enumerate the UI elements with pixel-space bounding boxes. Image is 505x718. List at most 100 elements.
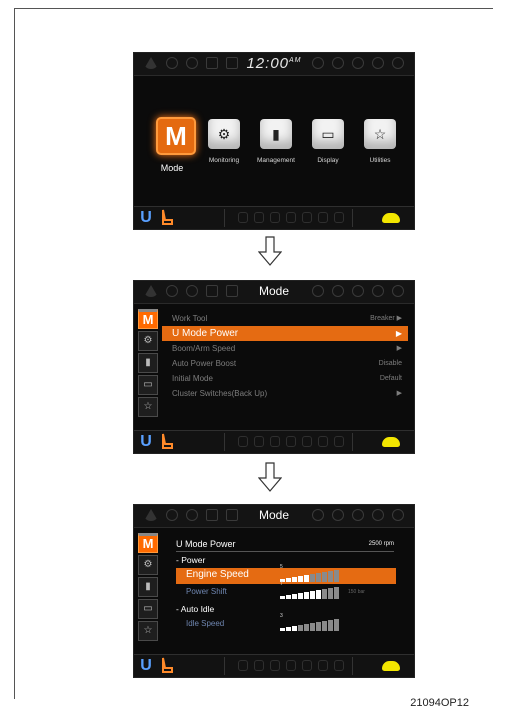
engine-speed-label: Engine Speed <box>186 569 249 580</box>
indicator-icon <box>392 285 404 297</box>
list-item-cluster-switches[interactable]: Cluster Switches(Back Up) ▶ <box>162 386 408 401</box>
indicator-icon <box>270 436 280 447</box>
indicator-icon <box>318 436 328 447</box>
menu-management-button[interactable]: ▮ <box>260 119 292 149</box>
level-segment <box>310 623 315 631</box>
section-power: - Power <box>176 555 206 565</box>
indicator-icon <box>372 285 384 297</box>
warning-indicator-bar: 12:00AM <box>134 53 414 76</box>
side-management-button[interactable]: ▮ <box>138 353 158 373</box>
indicator-icon <box>372 57 384 69</box>
seat-belt-icon <box>162 209 173 225</box>
list-item-boom-arm-speed[interactable]: Boom/Arm Speed ▶ <box>162 341 408 356</box>
indicator-icon <box>332 57 344 69</box>
menu-mode-label: Mode <box>160 163 184 173</box>
down-arrow-icon <box>258 236 282 266</box>
level-segment <box>298 625 303 631</box>
side-mode-button[interactable]: M <box>138 533 158 553</box>
indicator-icon <box>238 660 248 671</box>
side-utilities-button[interactable]: ☆ <box>138 397 158 417</box>
list-item-u-mode-power[interactable]: U Mode Power ▶ <box>162 326 408 341</box>
gear-icon: ⚙ <box>217 126 231 142</box>
rpm-readout: 2500 rpm <box>368 541 394 547</box>
menu-utilities-button[interactable]: ☆ <box>364 119 396 149</box>
cluster-screen-main-menu: 12:00AM M Mode ⚙ Monitoring ▮ Management… <box>133 52 415 230</box>
star-icon: ☆ <box>373 126 387 142</box>
mode-list: Work Tool Breaker ▶ U Mode Power ▶ Boom/Ar… <box>162 311 408 401</box>
indicator-icon <box>286 660 296 671</box>
indicator-icon <box>270 212 280 223</box>
figure-caption: 21094OP12 <box>410 697 469 709</box>
side-display-button[interactable]: ▭ <box>138 599 158 619</box>
seat-belt-icon <box>162 433 173 449</box>
side-utilities-button[interactable]: ☆ <box>138 621 158 641</box>
indicator-icon <box>312 57 324 69</box>
indicator-icon <box>334 660 344 671</box>
turtle-icon <box>382 661 400 671</box>
engine-speed-row[interactable]: Engine Speed 5 <box>176 564 396 584</box>
level-segment <box>316 573 321 582</box>
indicator-icon <box>312 509 324 521</box>
indicator-icon <box>332 285 344 297</box>
menu-utilities-label: Utilities <box>369 157 391 164</box>
panel-title: U Mode Power <box>176 539 236 549</box>
level-segment <box>310 574 315 582</box>
list-item-auto-power-boost[interactable]: Auto Power Boost Disable <box>162 356 408 371</box>
level-segment <box>316 622 321 631</box>
side-monitoring-button[interactable]: ⚙ <box>138 331 158 351</box>
warning-indicator-bar: Mode <box>134 505 414 528</box>
idle-speed-row[interactable]: Idle Speed 3 <box>176 613 396 633</box>
indicator-icon <box>286 212 296 223</box>
menu-monitoring-label: Monitoring <box>208 157 240 164</box>
indicator-icon <box>254 436 264 447</box>
indicator-icon <box>254 212 264 223</box>
indicator-icon <box>302 212 312 223</box>
cluster-screen-u-mode-power: Mode M ⚙ ▮ ▭ ☆ U Mode Power 2500 rpm - P… <box>133 504 415 678</box>
indicator-icon <box>302 660 312 671</box>
level-segment <box>298 576 303 582</box>
status-bar: U <box>134 654 414 677</box>
side-mode-button[interactable]: M <box>138 309 158 329</box>
level-segment <box>292 626 297 631</box>
level-segment <box>286 627 291 631</box>
level-segment <box>280 628 285 631</box>
indicator-icon <box>392 509 404 521</box>
u-mode-indicator: U <box>140 657 152 674</box>
indicator-icon <box>372 509 384 521</box>
indicator-icon <box>352 57 364 69</box>
u-mode-indicator: U <box>140 433 152 450</box>
level-segment <box>322 572 327 582</box>
divider <box>224 657 225 675</box>
section-auto-idle: - Auto Idle <box>176 604 215 614</box>
level-segment <box>292 577 297 582</box>
turtle-icon <box>382 437 400 447</box>
menu-display-button[interactable]: ▭ <box>312 119 344 149</box>
u-mode-indicator: U <box>140 209 152 226</box>
indicator-icon <box>254 660 264 671</box>
indicator-icon <box>318 212 328 223</box>
engine-speed-level: 5 <box>280 564 283 570</box>
indicator-icon <box>312 285 324 297</box>
menu-monitoring-button[interactable]: ⚙ <box>208 119 240 149</box>
divider <box>352 657 353 675</box>
level-segment <box>322 589 327 599</box>
power-shift-level: 7 <box>280 581 283 587</box>
level-segment <box>328 571 333 582</box>
indicator-icon <box>318 660 328 671</box>
menu-mode-button[interactable]: M <box>156 117 196 155</box>
cluster-screen-mode-menu: Mode M ⚙ ▮ ▭ ☆ Work Tool Breaker ▶ U Mode… <box>133 280 415 454</box>
level-segment <box>328 620 333 631</box>
side-management-button[interactable]: ▮ <box>138 577 158 597</box>
list-item-initial-mode[interactable]: Initial Mode Default <box>162 371 408 386</box>
indicator-icon <box>352 285 364 297</box>
side-monitoring-button[interactable]: ⚙ <box>138 555 158 575</box>
menu-display-label: Display <box>317 157 339 164</box>
list-item-work-tool[interactable]: Work Tool Breaker ▶ <box>162 311 408 326</box>
power-shift-pressure: 150 bar <box>348 589 365 595</box>
level-segment <box>328 588 333 599</box>
warning-indicator-bar: Mode <box>134 281 414 304</box>
side-display-button[interactable]: ▭ <box>138 375 158 395</box>
idle-speed-level: 3 <box>280 613 283 619</box>
power-shift-row[interactable]: Power Shift 7 150 bar <box>176 581 396 601</box>
level-segment <box>286 578 291 582</box>
